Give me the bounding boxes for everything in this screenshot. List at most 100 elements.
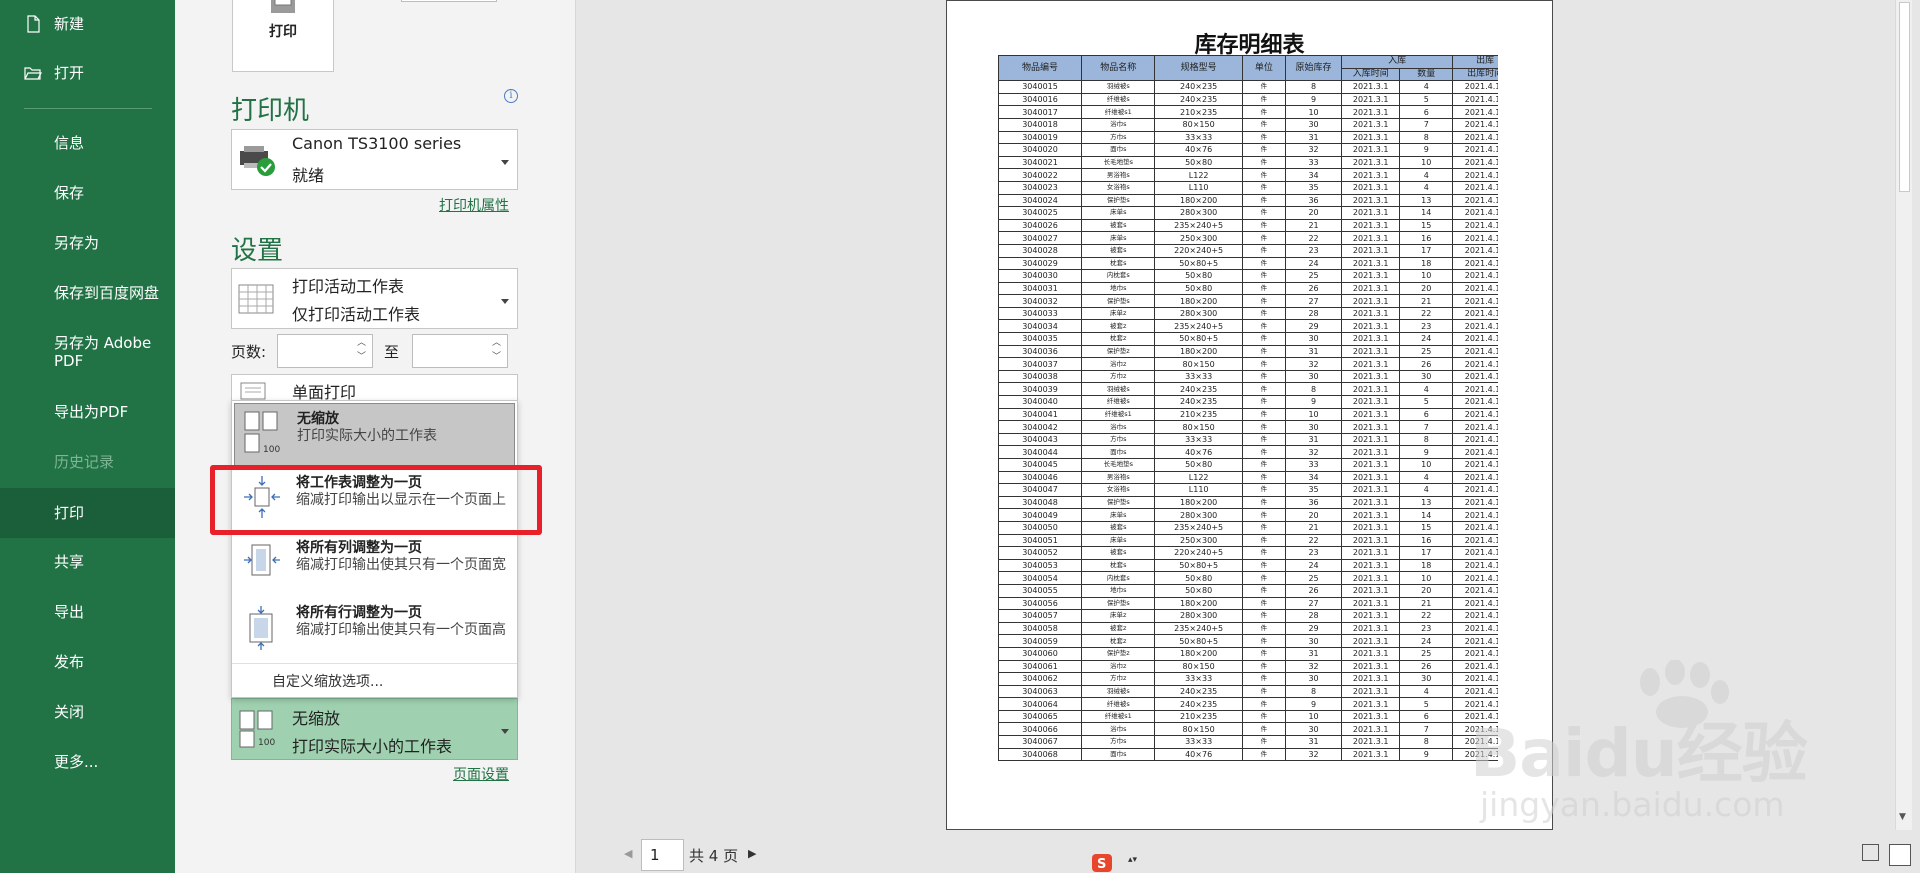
pages-to-input[interactable]: ︿ ﹀ xyxy=(412,334,508,368)
next-page-icon[interactable]: ▶ xyxy=(748,847,756,860)
table-cell: 180×200 xyxy=(1154,344,1243,359)
table-cell: 件 xyxy=(1241,735,1286,749)
table-cell: 2021.3.1 xyxy=(1341,369,1401,384)
table-cell: 50×80 xyxy=(1154,583,1243,598)
scaling-select[interactable]: 100 无缩放 打印实际大小的工作表 xyxy=(231,698,518,760)
copies-input[interactable] xyxy=(401,0,497,2)
print-scope-select[interactable]: 打印活动工作表 仅打印活动工作表 xyxy=(231,268,518,329)
table-cell: 18 xyxy=(1399,256,1454,271)
table-row: 3040044面巾s40×76件322021.3.192021.4.15 xyxy=(998,445,1498,459)
table-cell: 3040018 xyxy=(998,117,1083,132)
table-cell: 2021.3.1 xyxy=(1341,483,1401,497)
table-cell: 2021.3.1 xyxy=(1341,407,1401,422)
no-scaling-icon: 100 xyxy=(239,710,275,748)
page-setup-link[interactable]: 页面设置 xyxy=(453,764,509,784)
table-row: 3040019方巾s33×33件312021.3.182021.4.15 xyxy=(998,130,1498,145)
table-row: 3040021长毛地垫s50×80件332021.3.1102021.4.15 xyxy=(998,155,1498,170)
nav-save-as[interactable]: 另存为 xyxy=(0,219,175,267)
table-cell: 30 xyxy=(1284,672,1343,686)
table-cell: 面巾s xyxy=(1081,445,1156,459)
table-row: 3040024保护垫s180×200件362021.3.1132021.4.15 xyxy=(998,193,1498,208)
info-icon[interactable]: i xyxy=(504,89,518,103)
table-cell: 2021.4.15 xyxy=(1452,206,1498,220)
table-cell: 26 xyxy=(1284,281,1343,296)
table-cell: 件 xyxy=(1241,420,1286,434)
nav-history-label: 历史记录 xyxy=(54,453,115,471)
table-cell: 3040024 xyxy=(998,193,1083,208)
table-cell: 235×240+5 xyxy=(1154,621,1243,636)
printer-select[interactable]: Canon TS3100 series 就绪 xyxy=(231,129,518,190)
nav-export-pdf-label: 导出为PDF xyxy=(54,403,129,421)
table-cell: 20 xyxy=(1284,508,1343,522)
table-cell: 21 xyxy=(1284,218,1343,233)
table-cell: 被套s xyxy=(1081,218,1156,233)
nav-publish[interactable]: 发布 xyxy=(0,638,175,686)
nav-more[interactable]: 更多... xyxy=(0,738,175,786)
scaling-option-title: 将所有列调整为一页 xyxy=(296,540,422,556)
table-cell: 31 xyxy=(1284,344,1343,359)
spin-down-icon[interactable]: ﹀ xyxy=(492,353,501,362)
table-cell: 33×33 xyxy=(1154,672,1243,686)
printer-icon xyxy=(271,0,295,13)
nav-new[interactable]: 新建 xyxy=(0,0,175,48)
nav-close[interactable]: 关闭 xyxy=(0,688,175,736)
table-row: 3040052被套s220×240+5件232021.3.1172021.4.1… xyxy=(998,546,1498,560)
table-cell: 件 xyxy=(1241,269,1286,283)
nav-export[interactable]: 导出 xyxy=(0,588,175,636)
table-cell: 2021.4.15 xyxy=(1452,609,1498,623)
table-row: 3040060保护垫z180×200件312021.3.1252021.4.15 xyxy=(998,646,1498,661)
nav-share[interactable]: 共享 xyxy=(0,538,175,586)
nav-save-as-adobe-pdf[interactable]: 另存为 Adobe PDF xyxy=(0,328,175,376)
table-cell: 羽绒被s xyxy=(1081,80,1156,94)
table-cell: 2021.4.15 xyxy=(1452,407,1498,422)
duplex-select[interactable]: 单面打印 xyxy=(231,374,518,402)
table-cell: 50×80 xyxy=(1154,269,1243,283)
pages-to-label: 至 xyxy=(384,343,400,361)
ime-menu-icon[interactable]: ▴▾ xyxy=(1128,855,1137,865)
nav-save-label: 保存 xyxy=(54,184,85,202)
spin-down-icon[interactable]: ﹀ xyxy=(357,353,366,362)
table-row: 3040015羽绒被s240×235件82021.3.142021.4.15 xyxy=(998,80,1498,94)
prev-page-icon[interactable]: ◀ xyxy=(624,847,632,860)
nav-save-to-baidu[interactable]: 保存到百度网盘 xyxy=(0,269,175,317)
nav-print[interactable]: 打印 xyxy=(0,488,175,538)
sogou-ime-icon[interactable]: S xyxy=(1091,853,1113,873)
column-subheader: 数量 xyxy=(1399,67,1454,82)
table-cell: 2021.4.15 xyxy=(1452,571,1498,585)
table-cell: 2021.4.15 xyxy=(1452,344,1498,359)
table-cell: 2021.3.1 xyxy=(1341,445,1401,459)
spin-up-icon[interactable]: ︿ xyxy=(492,339,501,348)
scaling-option-fit-rows[interactable]: 将所有行调整为一页 缩减打印输出使其只有一个页面高 xyxy=(234,598,515,662)
table-cell: 40×76 xyxy=(1154,143,1243,157)
table-cell: 长毛地垫s xyxy=(1081,155,1156,170)
printer-properties-link[interactable]: 打印机属性 xyxy=(439,195,509,215)
pages-from-input[interactable]: ︿ ﹀ xyxy=(277,334,373,368)
table-cell: 2021.3.1 xyxy=(1341,508,1401,522)
current-page-input[interactable]: 1 xyxy=(641,839,684,871)
scrollbar-thumb[interactable] xyxy=(1899,2,1910,192)
spin-up-icon[interactable]: ︿ xyxy=(357,339,366,348)
table-cell: 36 xyxy=(1284,495,1343,510)
nav-export-pdf[interactable]: 导出为PDF xyxy=(0,388,175,436)
print-button[interactable]: 打印 xyxy=(232,0,334,72)
svg-text:S: S xyxy=(1097,857,1106,872)
nav-open[interactable]: 打开 xyxy=(0,49,175,97)
table-cell: 5 xyxy=(1399,92,1454,107)
table-cell: 80×150 xyxy=(1154,722,1243,737)
column-header: 入库 xyxy=(1341,55,1454,69)
table-row: 3040047女浴袍sL110件352021.3.142021.4.15 xyxy=(998,483,1498,497)
table-cell: 180×200 xyxy=(1154,294,1243,308)
table-row: 3040049床单s280×300件202021.3.1142021.4.15 xyxy=(998,508,1498,522)
table-row: 3040033床单z280×300件282021.3.1222021.4.15 xyxy=(998,306,1498,321)
nav-save[interactable]: 保存 xyxy=(0,169,175,217)
table-cell: 22 xyxy=(1284,533,1343,548)
table-cell: 30 xyxy=(1284,369,1343,384)
table-row: 3040059枕套z50×80+5件302021.3.1242021.4.15 xyxy=(998,634,1498,648)
table-cell: 180×200 xyxy=(1154,646,1243,661)
scaling-option-no-scaling[interactable]: 100 无缩放 打印实际大小的工作表 xyxy=(234,403,515,467)
custom-scaling-option[interactable]: 自定义缩放选项... xyxy=(272,671,383,691)
table-cell: 3040025 xyxy=(998,206,1083,220)
scaling-option-fit-columns[interactable]: 将所有列调整为一页 缩减打印输出使其只有一个页面宽 xyxy=(234,533,515,597)
table-cell: 16 xyxy=(1399,231,1454,245)
nav-info[interactable]: 信息 xyxy=(0,119,175,167)
